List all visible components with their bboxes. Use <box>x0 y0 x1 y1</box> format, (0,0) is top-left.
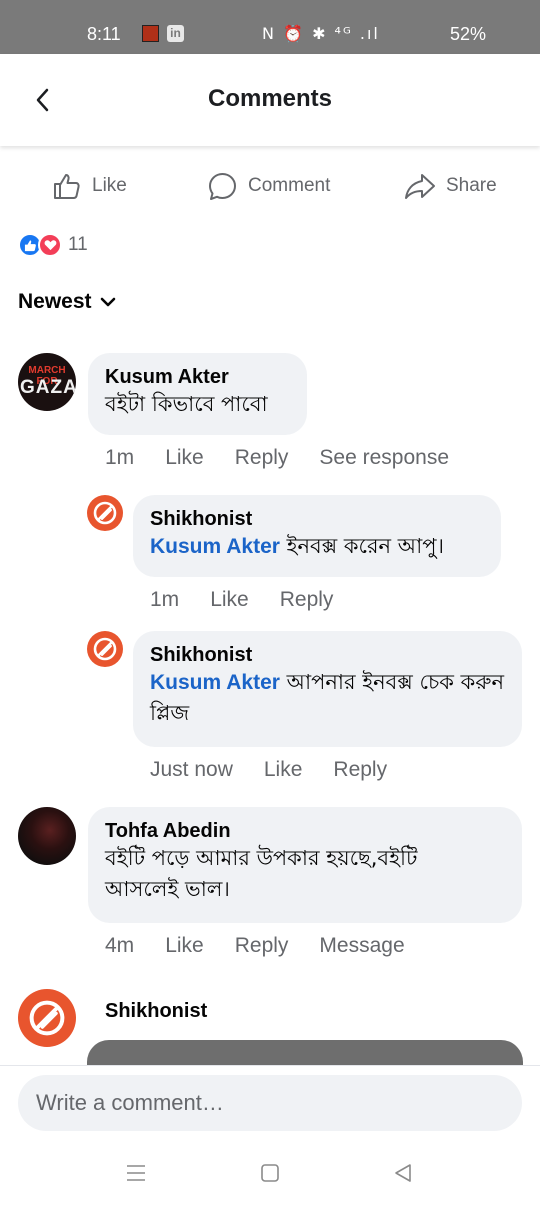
reaction-count: 11 <box>68 234 88 255</box>
comment-like-link[interactable]: Like <box>165 446 204 470</box>
reply-bubble[interactable]: Shikhonist Kusum Akter ইনবক্স করেন আপু। <box>133 495 501 577</box>
comment-bubble[interactable]: Tohfa Abedin বইটি পড়ে আমার উপকার হয়ছে,… <box>88 807 522 923</box>
brand-logo-icon <box>93 637 117 661</box>
reply-text: Kusum Akter আপনার ইনবক্স চেক করুন প্লিজ <box>150 667 506 729</box>
sort-dropdown[interactable]: Newest <box>18 290 116 314</box>
avatar[interactable] <box>87 631 123 667</box>
recents-button[interactable] <box>121 1158 151 1188</box>
reply-author[interactable]: Shikhonist <box>150 507 485 531</box>
comment-author[interactable]: Kusum Akter <box>105 365 291 389</box>
avatar[interactable] <box>87 495 123 531</box>
mention-link[interactable]: Kusum Akter <box>150 535 280 558</box>
comment-label: Comment <box>248 175 331 196</box>
comment-author[interactable]: Tohfa Abedin <box>105 819 506 843</box>
linkedin-icon: in <box>167 25 184 42</box>
avatar[interactable]: MARCH FOR GAZA <box>18 353 76 411</box>
thumbs-up-icon <box>54 174 80 199</box>
reply-reply-link[interactable]: Reply <box>280 588 334 612</box>
comment-meta: 4m Like Reply Message <box>105 934 436 958</box>
comment-text: বইটা কিভাবে পাবো <box>105 392 268 416</box>
triangle-back-icon <box>395 1164 411 1182</box>
avatar-caption-main: GAZA <box>20 377 76 398</box>
system-nav-bar <box>0 1140 540 1206</box>
reactions-summary[interactable]: 11 <box>18 232 88 258</box>
message-link[interactable]: Message <box>319 934 404 958</box>
back-nav-button[interactable] <box>388 1158 418 1188</box>
battery-level: 52% <box>450 24 487 44</box>
comment-button[interactable]: Comment <box>207 168 330 204</box>
reply-bubble[interactable]: Shikhonist Kusum Akter আপনার ইনবক্স চেক … <box>133 631 522 747</box>
comment-bubble[interactable]: Kusum Akter বইটা কিভাবে পাবো <box>88 353 307 435</box>
comment-input[interactable]: Write a comment… <box>18 1075 522 1131</box>
mention-link[interactable]: Kusum Akter <box>150 671 280 694</box>
brand-logo-icon <box>29 1000 65 1036</box>
like-label: Like <box>92 175 127 196</box>
reply-meta: 1m Like Reply <box>150 588 364 612</box>
comment-bubble-icon <box>209 172 236 200</box>
reply-text: Kusum Akter ইনবক্স করেন আপু। <box>150 531 485 562</box>
comment-author[interactable]: Shikhonist <box>105 1000 207 1023</box>
app-notification-icon <box>142 25 159 42</box>
comment-reply-link[interactable]: Reply <box>235 934 289 958</box>
menu-lines-icon <box>127 1165 145 1181</box>
reply-like-link[interactable]: Like <box>264 758 303 782</box>
see-response-link[interactable]: See response <box>319 446 449 470</box>
status-time: 8:11 <box>87 24 121 44</box>
comment-reply-link[interactable]: Reply <box>235 446 289 470</box>
like-button[interactable]: Like <box>52 168 127 204</box>
comment-like-link[interactable]: Like <box>165 934 204 958</box>
reply-meta: Just now Like Reply <box>150 758 418 782</box>
comment-time: 4m <box>105 934 135 957</box>
top-header: Comments <box>0 54 540 146</box>
comment-meta: 1m Like Reply See response <box>105 446 480 470</box>
comment-text: বইটি পড়ে আমার উপকার হয়ছে,বইটি আসলেই ভা… <box>105 846 418 901</box>
reply-time: Just now <box>150 758 233 781</box>
home-button[interactable] <box>255 1158 285 1188</box>
reply-like-link[interactable]: Like <box>210 588 249 612</box>
reply-author[interactable]: Shikhonist <box>150 643 506 667</box>
chevron-down-icon <box>100 297 115 307</box>
page-title: Comments <box>207 85 333 112</box>
sort-label: Newest <box>18 290 92 313</box>
reply-reply-link[interactable]: Reply <box>333 758 387 782</box>
brand-logo-icon <box>93 501 117 525</box>
status-bar: 8:11 in N ⏰ ✱ ⁴ᴳ .ıl 52% <box>0 0 540 54</box>
square-icon <box>261 1164 279 1182</box>
love-reaction-icon <box>38 233 62 257</box>
share-label: Share <box>446 175 497 196</box>
share-button[interactable]: Share <box>404 168 497 204</box>
avatar[interactable] <box>18 807 76 865</box>
avatar[interactable] <box>18 989 76 1047</box>
status-icons: N ⏰ ✱ ⁴ᴳ .ıl <box>262 24 380 43</box>
comment-time: 1m <box>105 446 135 469</box>
share-arrow-icon <box>405 174 435 199</box>
reply-body: ইনবক্স করেন আপু। <box>279 534 444 558</box>
reply-time: 1m <box>150 588 180 611</box>
